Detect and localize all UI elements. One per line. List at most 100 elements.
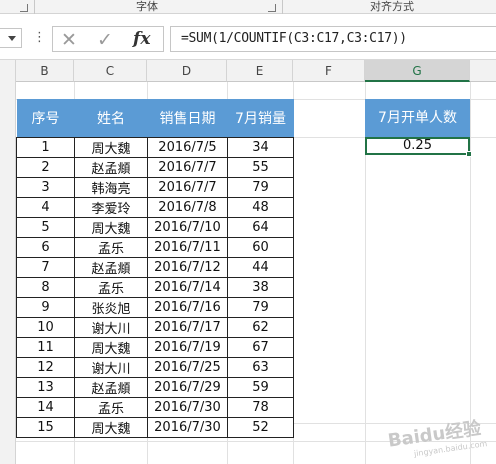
cell-seq[interactable]: 14 — [16, 396, 75, 418]
cell-sales[interactable]: 63 — [227, 356, 294, 378]
table-row: 4 李爱玲 2016/7/8 48 — [16, 196, 294, 218]
column-header-c[interactable]: C — [74, 60, 147, 82]
result-value: 0.25 — [403, 138, 432, 153]
cell-sales[interactable]: 44 — [227, 256, 294, 278]
ribbon-divider — [282, 0, 283, 14]
cell-sales[interactable]: 78 — [227, 396, 294, 418]
fill-handle[interactable] — [466, 151, 472, 157]
cancel-icon[interactable]: ✕ — [61, 29, 77, 51]
cell-name[interactable]: 孟乐 — [74, 396, 148, 418]
table-body: 1 周大魏 2016/7/5 34 2 赵孟頫 2016/7/7 55 3 韩海亮 2016/7/7… — [16, 136, 294, 438]
cell-name[interactable]: 谢大川 — [74, 316, 148, 338]
cell-name[interactable]: 周大魏 — [74, 216, 148, 238]
cell-seq[interactable]: 6 — [16, 236, 75, 258]
cell-sales[interactable]: 59 — [227, 376, 294, 398]
formula-input[interactable]: =SUM(1/COUNTIF(C3:C17,C3:C17)) — [170, 26, 496, 52]
name-box-dropdown[interactable] — [0, 28, 22, 48]
cell-sales[interactable]: 48 — [227, 196, 294, 218]
cell-sales[interactable]: 79 — [227, 296, 294, 318]
cell-sales[interactable]: 67 — [227, 336, 294, 358]
cell-seq[interactable]: 11 — [16, 336, 75, 358]
cell-seq[interactable]: 4 — [16, 196, 75, 218]
column-header-d[interactable]: D — [147, 60, 227, 82]
cell-name[interactable]: 赵孟頫 — [74, 156, 148, 178]
cell-name[interactable]: 周大魏 — [74, 416, 148, 438]
cell-name[interactable]: 张炎旭 — [74, 296, 148, 318]
formula-bar: ⋮ ✕ ✓ fx =SUM(1/COUNTIF(C3:C17,C3:C17)) — [0, 22, 496, 54]
formula-action-buttons: ✕ ✓ fx — [52, 26, 164, 52]
cell-sales[interactable]: 38 — [227, 276, 294, 298]
header-cell-seq[interactable]: 序号 — [16, 99, 75, 137]
cell-sales[interactable]: 60 — [227, 236, 294, 258]
cell-date[interactable]: 2016/7/14 — [147, 276, 228, 298]
cell-seq[interactable]: 9 — [16, 296, 75, 318]
table-row: 10 谢大川 2016/7/17 62 — [16, 316, 294, 338]
cell-date[interactable]: 2016/7/25 — [147, 356, 228, 378]
cell-sales[interactable]: 64 — [227, 216, 294, 238]
table-row: 14 孟乐 2016/7/30 78 — [16, 396, 294, 418]
cell-seq[interactable]: 8 — [16, 276, 75, 298]
cell-seq[interactable]: 12 — [16, 356, 75, 378]
cell-seq[interactable]: 1 — [16, 136, 75, 158]
header-cell-sales[interactable]: 7月销量 — [227, 99, 294, 137]
column-header-f[interactable]: F — [293, 60, 365, 82]
dialog-launcher-icon[interactable] — [20, 4, 28, 12]
cell-name[interactable]: 周大魏 — [74, 336, 148, 358]
more-options-icon[interactable]: ⋮ — [33, 30, 46, 45]
cell-sales[interactable]: 62 — [227, 316, 294, 338]
result-header-cell[interactable]: 7月开单人数 — [365, 99, 470, 137]
cell-name[interactable]: 韩海亮 — [74, 176, 148, 198]
gridline — [470, 82, 471, 464]
cell-date[interactable]: 2016/7/16 — [147, 296, 228, 318]
cell-date[interactable]: 2016/7/30 — [147, 396, 228, 418]
enter-icon[interactable]: ✓ — [97, 29, 113, 51]
table-row: 3 韩海亮 2016/7/7 79 — [16, 176, 294, 198]
table-row: 15 周大魏 2016/7/30 52 — [16, 416, 294, 438]
cell-name[interactable]: 孟乐 — [74, 236, 148, 258]
cell-sales[interactable]: 52 — [227, 416, 294, 438]
cell-seq[interactable]: 15 — [16, 416, 75, 438]
cell-seq[interactable]: 10 — [16, 316, 75, 338]
cell-name[interactable]: 孟乐 — [74, 276, 148, 298]
header-cell-date[interactable]: 销售日期 — [147, 99, 228, 137]
row-header-column — [0, 60, 16, 464]
cell-date[interactable]: 2016/7/7 — [147, 176, 228, 198]
cell-date[interactable]: 2016/7/8 — [147, 196, 228, 218]
column-header-g[interactable]: G — [365, 60, 470, 82]
cell-seq[interactable]: 3 — [16, 176, 75, 198]
cell-date[interactable]: 2016/7/11 — [147, 236, 228, 258]
cell-name[interactable]: 赵孟頫 — [74, 376, 148, 398]
cell-sales[interactable]: 55 — [227, 156, 294, 178]
cell-date[interactable]: 2016/7/30 — [147, 416, 228, 438]
cell-name[interactable]: 赵孟頫 — [74, 256, 148, 278]
font-dialog-launcher-icon[interactable] — [268, 4, 276, 12]
cell-sales[interactable]: 34 — [227, 136, 294, 158]
cell-date[interactable]: 2016/7/19 — [147, 336, 228, 358]
header-cell-name[interactable]: 姓名 — [74, 99, 148, 137]
cell-seq[interactable]: 2 — [16, 156, 75, 178]
cell-name[interactable]: 李爱玲 — [74, 196, 148, 218]
cell-date[interactable]: 2016/7/12 — [147, 256, 228, 278]
cell-name[interactable]: 谢大川 — [74, 356, 148, 378]
cell-date[interactable]: 2016/7/7 — [147, 156, 228, 178]
cell-date[interactable]: 2016/7/10 — [147, 216, 228, 238]
cell-seq[interactable]: 5 — [16, 216, 75, 238]
result-value-cell[interactable]: 0.25 — [365, 137, 472, 157]
cell-name[interactable]: 周大魏 — [74, 136, 148, 158]
insert-function-icon[interactable]: fx — [133, 29, 150, 49]
watermark-logo: Baidu经验 jingyan.baidu.com — [386, 413, 488, 461]
sales-table: 序号 姓名 销售日期 7月销量 1 周大魏 2016/7/5 34 2 赵孟頫 2016/7… — [16, 99, 294, 438]
table-row: 12 谢大川 2016/7/25 63 — [16, 356, 294, 378]
cell-date[interactable]: 2016/7/17 — [147, 316, 228, 338]
cell-date[interactable]: 2016/7/29 — [147, 376, 228, 398]
table-row: 13 赵孟頫 2016/7/29 59 — [16, 376, 294, 398]
column-header-e[interactable]: E — [227, 60, 293, 82]
table-row: 6 孟乐 2016/7/11 60 — [16, 236, 294, 258]
cell-seq[interactable]: 7 — [16, 256, 75, 278]
cell-sales[interactable]: 79 — [227, 176, 294, 198]
column-header-b[interactable]: B — [16, 60, 74, 82]
cell-date[interactable]: 2016/7/5 — [147, 136, 228, 158]
column-header-h[interactable] — [470, 60, 496, 82]
table-row: 7 赵孟頫 2016/7/12 44 — [16, 256, 294, 278]
cell-seq[interactable]: 13 — [16, 376, 75, 398]
